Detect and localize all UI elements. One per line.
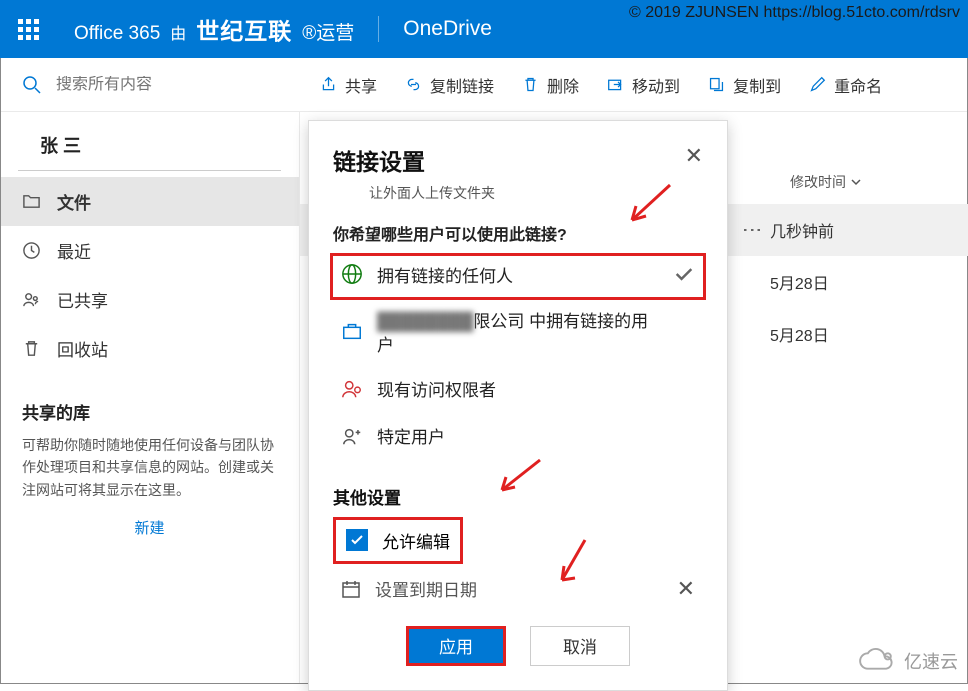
moveto-label: 移动到: [632, 73, 680, 97]
rename-button[interactable]: 重命名: [809, 73, 882, 97]
row-date: 5月28日: [770, 322, 948, 346]
apply-button[interactable]: 应用: [406, 626, 506, 666]
trash-icon: [522, 76, 539, 93]
rename-label: 重命名: [834, 73, 882, 97]
allow-edit-checkbox[interactable]: 允许编辑: [333, 517, 463, 564]
delete-button[interactable]: 删除: [522, 73, 579, 97]
sidebar-item-label: 文件: [57, 189, 91, 214]
share-button[interactable]: 共享: [320, 73, 377, 97]
brand-by: 由: [170, 20, 186, 44]
briefcase-icon: [341, 320, 363, 347]
copylink-label: 复制链接: [430, 73, 494, 97]
sidebar: 张 三 文件 最近 已共享 回收站 共享的库 可帮助你随时随地使用任何设备与团队…: [0, 112, 300, 684]
calendar-icon: [341, 579, 361, 599]
app-launcher-button[interactable]: [0, 0, 56, 58]
row-date: 5月28日: [770, 270, 948, 294]
share-label: 共享: [345, 73, 377, 97]
shared-lib-desc: 可帮助你随时随地使用任何设备与团队协作处理项目和共享信息的网站。创建或关注网站可…: [0, 432, 299, 503]
search-input[interactable]: [56, 76, 256, 94]
option-existing-access[interactable]: 现有访问权限者: [333, 368, 703, 415]
brand-operator: 世纪互联: [196, 12, 292, 46]
bin-icon: [22, 339, 41, 358]
grid-icon: [18, 19, 39, 40]
user-name: 张 三: [18, 122, 281, 170]
copylink-button[interactable]: 复制链接: [405, 73, 494, 97]
watermark-top: © 2019 ZJUNSEN https://blog.51cto.com/rd…: [629, 4, 960, 22]
toolbar: 共享 复制链接 删除 移动到 复制到 重命名: [0, 58, 968, 112]
set-expiry-row[interactable]: 设置到期日期 ✕: [333, 564, 703, 606]
brand-tag: ®运营: [302, 18, 354, 45]
column-header-modified[interactable]: 修改时间: [790, 172, 862, 192]
sidebar-item-label: 最近: [57, 238, 91, 263]
panel-buttons: 应用 取消: [333, 626, 703, 666]
specific-people-icon: [341, 425, 363, 452]
allow-edit-label: 允许编辑: [382, 528, 450, 553]
moveto-icon: [607, 76, 624, 93]
who-question: 你希望哪些用户可以使用此链接?: [333, 221, 703, 245]
watermark-bottom-text: 亿速云: [904, 648, 958, 674]
other-settings-title: 其他设置: [333, 484, 703, 509]
sidebar-item-label: 回收站: [57, 336, 108, 361]
column-header-label: 修改时间: [790, 172, 846, 192]
close-button[interactable]: ✕: [685, 143, 703, 169]
copyto-button[interactable]: 复制到: [708, 73, 781, 97]
sidebar-item-files[interactable]: 文件: [0, 177, 299, 226]
sidebar-item-label: 已共享: [57, 287, 108, 312]
option-label: 特定用户: [377, 426, 445, 450]
apply-label: 应用: [439, 633, 473, 658]
panel-title: 链接设置: [333, 143, 425, 177]
watermark-bottom: 亿速云: [854, 646, 958, 676]
set-expiry-label: 设置到期日期: [375, 576, 477, 601]
moveto-button[interactable]: 移动到: [607, 73, 680, 97]
sidebar-item-shared[interactable]: 已共享: [0, 275, 299, 324]
cloud-icon: [854, 646, 900, 676]
option-label: 现有访问权限者: [377, 379, 496, 403]
share-icon: [320, 76, 337, 93]
link-icon: [405, 76, 422, 93]
option-label: 拥有链接的任何人: [377, 265, 513, 289]
brand-office: Office 365: [74, 23, 160, 45]
link-settings-panel: 链接设置 ✕ 让外面人上传文件夹 你希望哪些用户可以使用此链接? 拥有链接的任何…: [308, 120, 728, 691]
shared-lib-title: 共享的库: [0, 373, 299, 432]
copyto-label: 复制到: [733, 73, 781, 97]
cancel-button[interactable]: 取消: [530, 626, 630, 666]
chevron-down-icon: [850, 176, 862, 188]
sidebar-item-recycle[interactable]: 回收站: [0, 324, 299, 373]
sidebar-item-recent[interactable]: 最近: [0, 226, 299, 275]
toolbar-actions: 共享 复制链接 删除 移动到 复制到 重命名: [300, 73, 882, 97]
more-icon[interactable]: ⋮: [740, 220, 770, 240]
clear-date-button[interactable]: ✕: [677, 576, 695, 602]
brand-block: Office 365 由 世纪互联 ®运营: [74, 12, 354, 46]
check-icon: [673, 263, 695, 290]
separator: [378, 16, 379, 42]
app-name: OneDrive: [403, 17, 492, 41]
people-access-icon: [341, 378, 363, 405]
pencil-icon: [809, 76, 826, 93]
option-label: ████████限公司 中拥有链接的用户: [377, 310, 657, 358]
option-org-with-link[interactable]: ████████限公司 中拥有链接的用户: [333, 300, 703, 368]
panel-subtitle: 让外面人上传文件夹: [369, 183, 703, 203]
row-date: 几秒钟前: [770, 218, 948, 242]
people-icon: [22, 290, 41, 309]
globe-icon: [341, 263, 363, 290]
option-anyone-with-link[interactable]: 拥有链接的任何人: [330, 253, 706, 300]
option-specific-people[interactable]: 特定用户: [333, 415, 703, 462]
user-block: 张 三: [18, 122, 281, 171]
search-wrap: [0, 75, 300, 95]
copyto-icon: [708, 76, 725, 93]
clock-icon: [22, 241, 41, 260]
search-icon: [22, 75, 42, 95]
checkbox-icon: [346, 529, 368, 551]
cancel-label: 取消: [563, 633, 597, 658]
new-site-link[interactable]: 新建: [0, 503, 299, 552]
folder-icon: [22, 192, 41, 211]
delete-label: 删除: [547, 73, 579, 97]
